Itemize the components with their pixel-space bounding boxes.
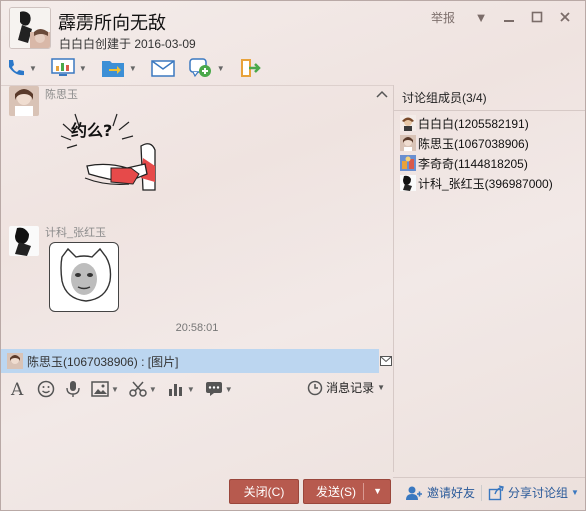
member-list: 白白白(1205582191) 陈思玉(1067038906) 李奇奇(1144…: [394, 111, 585, 193]
image-icon: [91, 381, 109, 397]
screenshot-button[interactable]: ▼: [129, 380, 157, 398]
file-transfer-button[interactable]: ▼: [101, 55, 137, 81]
more-button[interactable]: ▼: [205, 381, 233, 397]
preview-mail-icon[interactable]: [379, 349, 393, 373]
chevron-down-icon[interactable]: ▼: [149, 385, 157, 394]
message-time: 20:58:01: [175, 322, 219, 334]
close-icon[interactable]: [553, 7, 577, 27]
message-sender: 计科_张红玉: [45, 227, 107, 239]
group-subtitle: 白白白创建于 2016-03-09: [59, 37, 196, 51]
list-item[interactable]: 计科_张红玉(396987000): [394, 173, 585, 193]
exit-group-button[interactable]: [239, 55, 263, 81]
chevron-down-icon[interactable]: ▼: [373, 486, 382, 496]
chevron-down-icon[interactable]: ▼: [187, 385, 195, 394]
message-history-button[interactable]: 消息记录 ▼: [307, 379, 385, 396]
member-panel-actions: 邀请好友 分享讨论组 ▼: [393, 477, 585, 507]
close-button[interactable]: 关闭(C): [229, 479, 299, 504]
bar-chart-icon: [168, 384, 182, 396]
chat-history[interactable]: 陈思玉 约么? 计科_张红玉 20:58:01: [1, 85, 393, 347]
minimize-icon[interactable]: [497, 7, 521, 27]
list-item[interactable]: 陈思玉(1067038906): [394, 133, 585, 153]
invite-label: 邀请好友: [427, 486, 476, 500]
input-toolbar: A ▼ ▼ ▼ ▼ 消息记录 ▼: [9, 377, 389, 401]
avatar: [400, 155, 416, 171]
member-panel: 讨论组成员(3/4) 白白白(1205582191) 陈思玉(106703890…: [393, 85, 585, 472]
font-button[interactable]: A: [9, 380, 27, 398]
font-icon: A: [10, 380, 24, 398]
group-title: 霹雳所向无敌: [58, 13, 166, 33]
avatar: [7, 353, 23, 369]
share-label: 分享讨论组: [508, 486, 569, 500]
emoji-icon: [37, 380, 55, 398]
window-controls: 举报 ▼: [431, 7, 577, 27]
list-item[interactable]: 白白白(1205582191): [394, 113, 585, 133]
message-bubble[interactable]: [49, 242, 119, 312]
chevron-down-icon[interactable]: ▼: [111, 385, 119, 394]
emoji-button[interactable]: [37, 380, 55, 398]
avatar[interactable]: [9, 86, 39, 116]
chevron-down-icon[interactable]: ▼: [377, 383, 385, 392]
file-transfer-icon: [101, 61, 124, 77]
list-item[interactable]: 李奇奇(1144818205): [394, 153, 585, 173]
chevron-down-icon[interactable]: ▼: [217, 64, 225, 73]
avatar: [400, 135, 416, 151]
share-icon: [488, 484, 504, 500]
invite-friend-button[interactable]: 邀请好友: [405, 484, 475, 501]
screen-share-button[interactable]: ▼: [51, 55, 87, 81]
add-app-button[interactable]: ▼: [189, 55, 225, 81]
microphone-icon: [66, 381, 80, 397]
chevron-down-icon[interactable]: ▼: [571, 488, 579, 497]
mail-icon: [151, 60, 175, 77]
group-avatar[interactable]: [9, 7, 51, 49]
avatar: [400, 175, 416, 191]
send-label: 发送(S): [316, 485, 356, 499]
add-user-icon: [406, 486, 422, 500]
phone-icon: [9, 60, 24, 76]
chevron-down-icon[interactable]: ▼: [129, 64, 137, 73]
header: 霹雳所向无敌 白白白创建于 2016-03-09 举报 ▼: [1, 1, 585, 53]
top-toolbar: ▼ ▼ ▼ ▼: [5, 55, 277, 81]
sticker-image[interactable]: 约么?: [57, 106, 157, 199]
clock-icon: [307, 380, 323, 395]
dropdown-icon[interactable]: ▼: [469, 7, 493, 27]
vote-button[interactable]: ▼: [167, 381, 195, 397]
maximize-icon[interactable]: [525, 7, 549, 27]
mail-button[interactable]: [151, 55, 175, 81]
member-name: 白白白(1205582191): [418, 116, 529, 131]
member-panel-title: 讨论组成员(3/4): [394, 85, 585, 111]
collapse-icon[interactable]: [375, 88, 389, 102]
chat-window: 霹雳所向无敌 白白白创建于 2016-03-09 举报 ▼ ▼ ▼ ▼ ▼ 陈思…: [0, 0, 586, 511]
sticker-caption: 约么?: [71, 121, 112, 140]
chevron-down-icon[interactable]: ▼: [225, 385, 233, 394]
voice-button[interactable]: [65, 380, 81, 398]
message-sender: 陈思玉: [45, 89, 78, 101]
history-label: 消息记录: [326, 381, 375, 395]
screen-share-icon: [51, 58, 75, 76]
sticker-image: [60, 247, 112, 302]
svg-text:A: A: [10, 380, 24, 398]
chat-bubble-icon: [205, 382, 222, 396]
image-button[interactable]: ▼: [91, 381, 119, 397]
report-link[interactable]: 举报: [431, 9, 455, 26]
member-name: 计科_张红玉(396987000): [418, 176, 553, 191]
chevron-down-icon[interactable]: ▼: [29, 64, 37, 73]
avatar: [400, 115, 416, 131]
avatar[interactable]: [9, 226, 39, 256]
phone-button[interactable]: ▼: [5, 55, 37, 81]
member-name: 陈思玉(1067038906): [418, 136, 529, 151]
message-input[interactable]: [1, 403, 393, 475]
preview-text: 陈思玉(1067038906) : [图片]: [27, 354, 179, 369]
send-divider: [363, 483, 364, 500]
share-group-button[interactable]: 分享讨论组 ▼: [488, 484, 579, 501]
divider: [481, 484, 483, 501]
chevron-down-icon[interactable]: ▼: [79, 64, 87, 73]
add-app-icon: [189, 58, 211, 78]
scissors-icon: [129, 381, 147, 397]
exit-group-icon: [240, 59, 261, 77]
new-message-preview[interactable]: 陈思玉(1067038906) : [图片]: [1, 349, 379, 373]
member-name: 李奇奇(1144818205): [418, 156, 528, 171]
send-button[interactable]: 发送(S) ▼: [303, 479, 391, 504]
